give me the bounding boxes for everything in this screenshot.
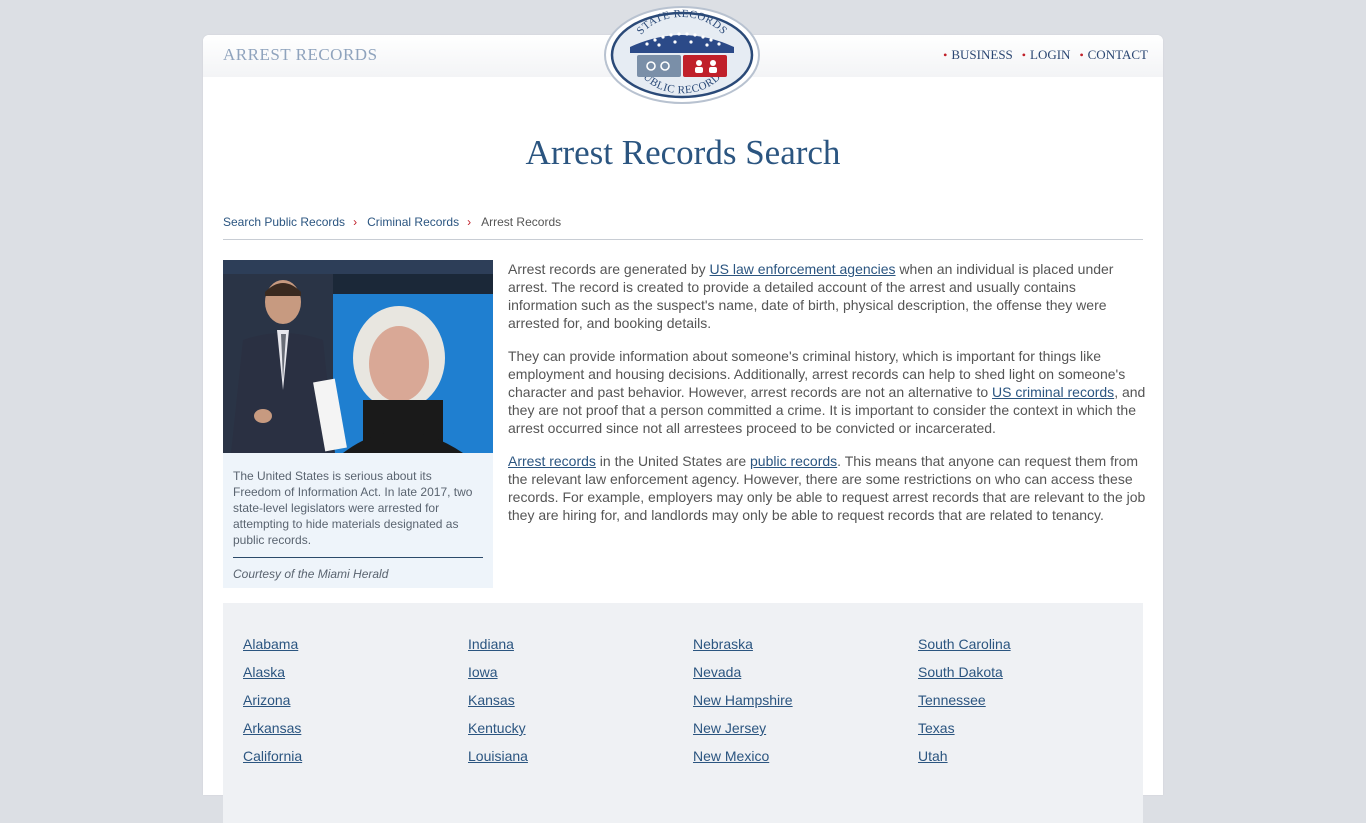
state-link-new-hampshire[interactable]: New Hampshire <box>693 691 918 709</box>
state-links-grid: Alabama Indiana Nebraska South Carolina … <box>243 635 1143 765</box>
link-us-criminal-records[interactable]: US criminal records <box>992 384 1114 400</box>
state-link-louisiana[interactable]: Louisiana <box>468 747 693 765</box>
link-public-records[interactable]: public records <box>750 453 837 469</box>
state-link-arizona[interactable]: Arizona <box>243 691 468 709</box>
page-title: Arrest Records Search <box>525 133 841 172</box>
state-link-alaska[interactable]: Alaska <box>243 663 468 681</box>
state-link-kansas[interactable]: Kansas <box>468 691 693 709</box>
state-link-alabama[interactable]: Alabama <box>243 635 468 653</box>
nav-contact[interactable]: • CONTACT <box>1079 47 1148 63</box>
breadcrumb: Search Public Records › Criminal Records… <box>223 215 561 229</box>
bullet-icon: • <box>1021 47 1026 62</box>
figure-courtesy: Courtesy of the Miami Herald <box>233 567 389 581</box>
breadcrumb-criminal-records[interactable]: Criminal Records <box>367 215 459 229</box>
divider <box>223 239 1143 240</box>
state-link-california[interactable]: California <box>243 747 468 765</box>
bullet-icon: • <box>1079 47 1084 62</box>
state-links-panel: Alabama Indiana Nebraska South Carolina … <box>223 603 1143 823</box>
state-link-south-dakota[interactable]: South Dakota <box>918 663 1143 681</box>
chevron-right-icon: › <box>353 215 358 229</box>
state-link-texas[interactable]: Texas <box>918 719 1143 737</box>
figure-caption: The United States is serious about its F… <box>233 468 483 558</box>
bullet-icon: • <box>943 47 948 62</box>
state-link-arkansas[interactable]: Arkansas <box>243 719 468 737</box>
nav-business[interactable]: • BUSINESS <box>943 47 1013 63</box>
chevron-right-icon: › <box>467 215 472 229</box>
link-us-law-enforcement-agencies[interactable]: US law enforcement agencies <box>710 261 896 277</box>
state-records-seal-logo[interactable]: STATE RECORDS PUBLIC RECORDS <box>603 5 761 105</box>
top-nav: • BUSINESS • LOGIN • CONTACT <box>943 47 1148 63</box>
state-link-new-mexico[interactable]: New Mexico <box>693 747 918 765</box>
state-link-utah[interactable]: Utah <box>918 747 1143 765</box>
brand-link[interactable]: ARREST RECORDS <box>223 45 378 65</box>
state-link-nebraska[interactable]: Nebraska <box>693 635 918 653</box>
breadcrumb-search-public-records[interactable]: Search Public Records <box>223 215 345 229</box>
paragraph-3: Arrest records in the United States are … <box>508 453 1146 523</box>
state-link-tennessee[interactable]: Tennessee <box>918 691 1143 709</box>
breadcrumb-current: Arrest Records <box>481 215 562 229</box>
paragraph-2: They can provide information about someo… <box>508 348 1146 436</box>
paragraph-1: Arrest records are generated by US law e… <box>508 261 1114 331</box>
news-video-thumbnail[interactable] <box>223 260 493 453</box>
article-body: Arrest records are generated by US law e… <box>508 260 1148 539</box>
video-figure: The United States is serious about its F… <box>223 260 493 588</box>
nav-login[interactable]: • LOGIN <box>1022 47 1071 63</box>
state-link-nevada[interactable]: Nevada <box>693 663 918 681</box>
state-link-new-jersey[interactable]: New Jersey <box>693 719 918 737</box>
state-link-south-carolina[interactable]: South Carolina <box>918 635 1143 653</box>
state-link-iowa[interactable]: Iowa <box>468 663 693 681</box>
state-link-indiana[interactable]: Indiana <box>468 635 693 653</box>
link-arrest-records[interactable]: Arrest records <box>508 453 596 469</box>
content-card: ARREST RECORDS • BUSINESS • LOGIN • CONTACT… <box>203 6 1163 823</box>
state-link-kentucky[interactable]: Kentucky <box>468 719 693 737</box>
